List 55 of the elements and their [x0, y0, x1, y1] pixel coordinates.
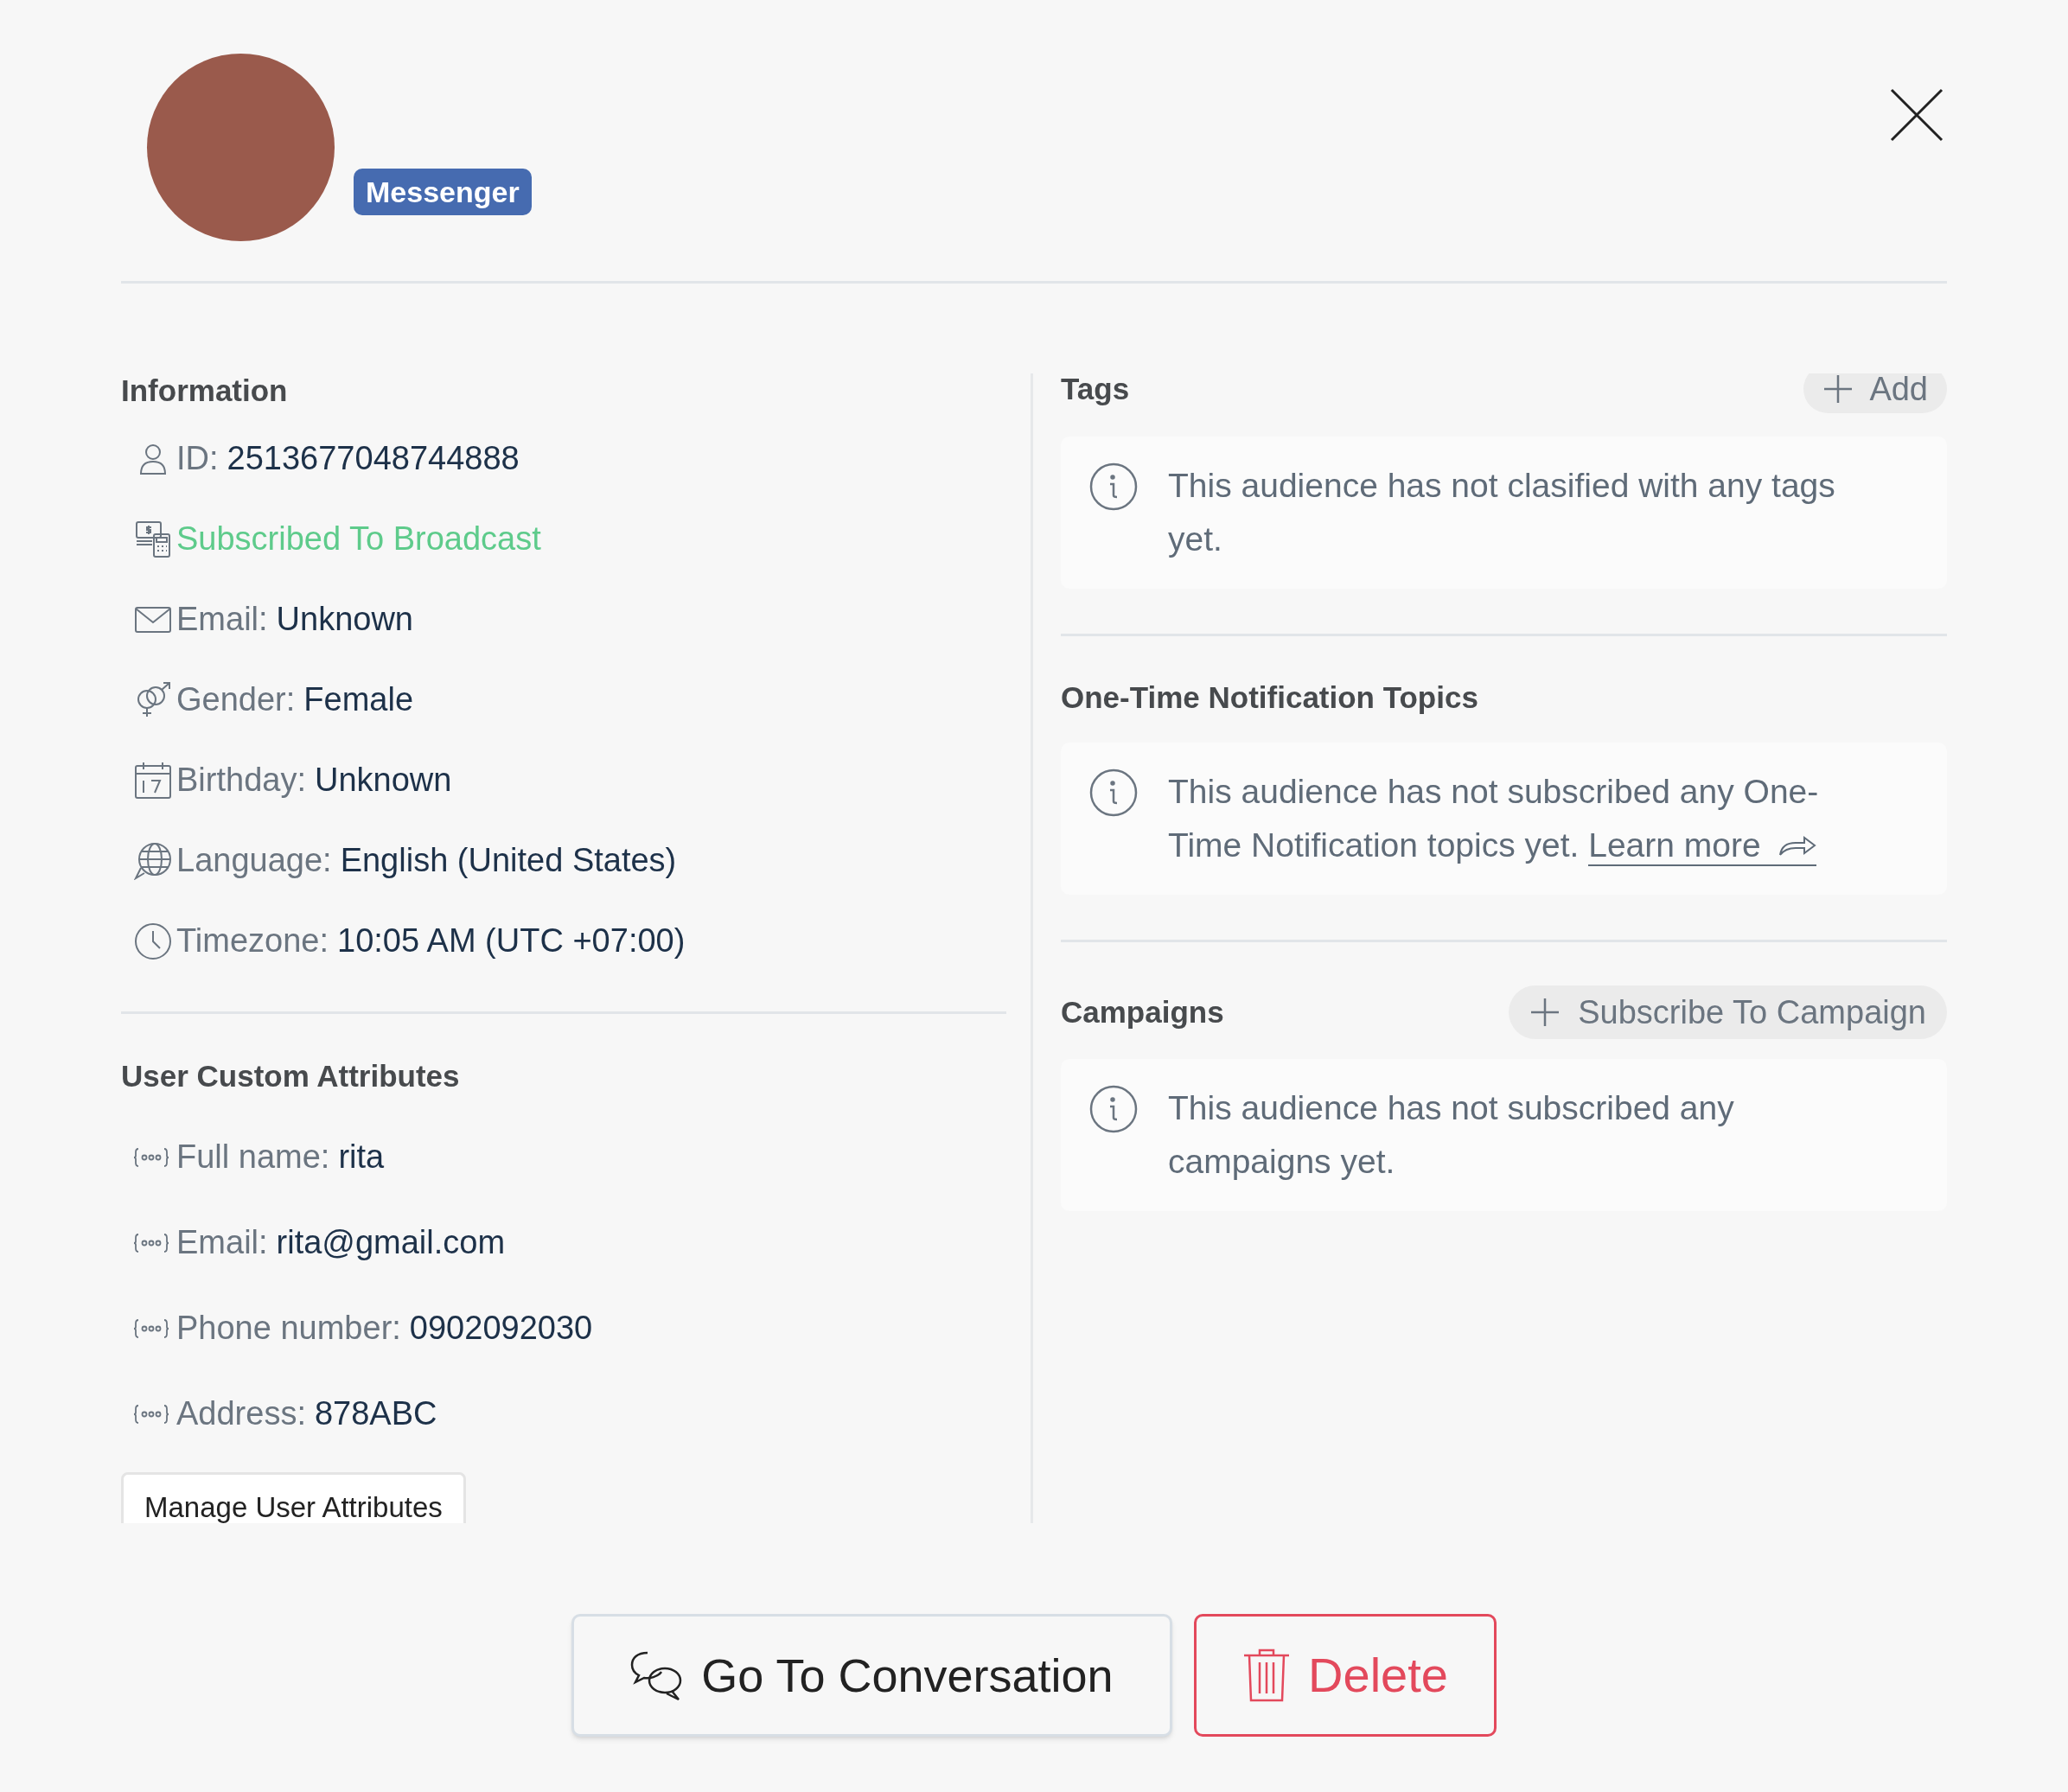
plus-icon: [1529, 997, 1561, 1028]
attribute-value: rita: [338, 1138, 385, 1177]
trash-icon: [1242, 1649, 1292, 1702]
variable-braces-icon: [133, 1403, 169, 1425]
field-label: Language:: [176, 841, 332, 880]
section-title: Campaigns: [1061, 993, 1224, 1030]
field-value: Unknown: [276, 600, 413, 639]
add-tag-button[interactable]: Add: [1803, 373, 1947, 413]
envelope-icon: [134, 605, 172, 634]
gender-icon: [135, 681, 171, 718]
globe-icon: [134, 841, 172, 880]
field-label: Birthday:: [176, 761, 306, 800]
attribute-label: Full name:: [176, 1138, 330, 1177]
attribute-label: Email:: [176, 1223, 268, 1262]
section-title: Information: [121, 373, 289, 408]
field-label: ID:: [176, 439, 219, 478]
channel-badge: Messenger: [354, 169, 532, 215]
attribute-label: Phone number:: [176, 1309, 401, 1348]
field-label: Gender:: [176, 680, 296, 719]
info-icon: [1089, 462, 1138, 511]
clock-icon: [134, 922, 172, 960]
delete-button[interactable]: Delete: [1194, 1614, 1497, 1737]
section-title: One-Time Notification Topics: [1061, 680, 1479, 715]
subscribe-campaign-button[interactable]: Subscribe To Campaign: [1509, 985, 1947, 1039]
attribute-value: rita@gmail.com: [276, 1223, 506, 1262]
field-value: 2513677048744888: [227, 439, 520, 478]
info-icon: [1089, 1085, 1138, 1133]
subscription-status: Subscribed To Broadcast: [176, 520, 541, 558]
attribute-label: Address:: [176, 1394, 306, 1433]
variable-braces-icon: [133, 1317, 169, 1339]
go-to-conversation-button[interactable]: Go To Conversation: [571, 1614, 1172, 1737]
empty-tags-message: This audience has not clasified with any tags yet.: [1168, 466, 1836, 559]
share-arrow-icon: [1778, 834, 1816, 857]
variable-braces-icon: [133, 1146, 169, 1168]
section-title: Tags: [1061, 373, 1130, 407]
calendar-icon: [134, 761, 172, 800]
field-value: Unknown: [314, 761, 452, 800]
field-label: Timezone:: [176, 922, 329, 960]
section-title: User Custom Attributes: [121, 1059, 461, 1094]
learn-more-link[interactable]: Learn more: [1588, 826, 1816, 866]
attribute-value: 0902092030: [409, 1309, 593, 1348]
field-value: 10:05 AM (UTC +07:00): [337, 922, 686, 960]
field-value: Female: [303, 680, 414, 719]
field-value: English (United States): [340, 841, 677, 880]
person-icon: [138, 442, 168, 475]
variable-braces-icon: [133, 1232, 169, 1253]
attribute-value: 878ABC: [314, 1394, 437, 1433]
close-button[interactable]: [1890, 88, 1944, 142]
info-icon: [1089, 768, 1138, 817]
empty-campaigns-message: This audience has not subscribed any campaigns yet.: [1168, 1088, 1735, 1182]
manage-attributes-button[interactable]: Manage User Attributes: [121, 1472, 466, 1523]
plus-icon: [1822, 373, 1854, 405]
field-label: Email:: [176, 600, 268, 639]
money-calculator-icon: [135, 520, 171, 558]
notification-topics-message: This audience has not subscribed any One-Time Notification topics yet. Learn more: [1168, 765, 1886, 872]
